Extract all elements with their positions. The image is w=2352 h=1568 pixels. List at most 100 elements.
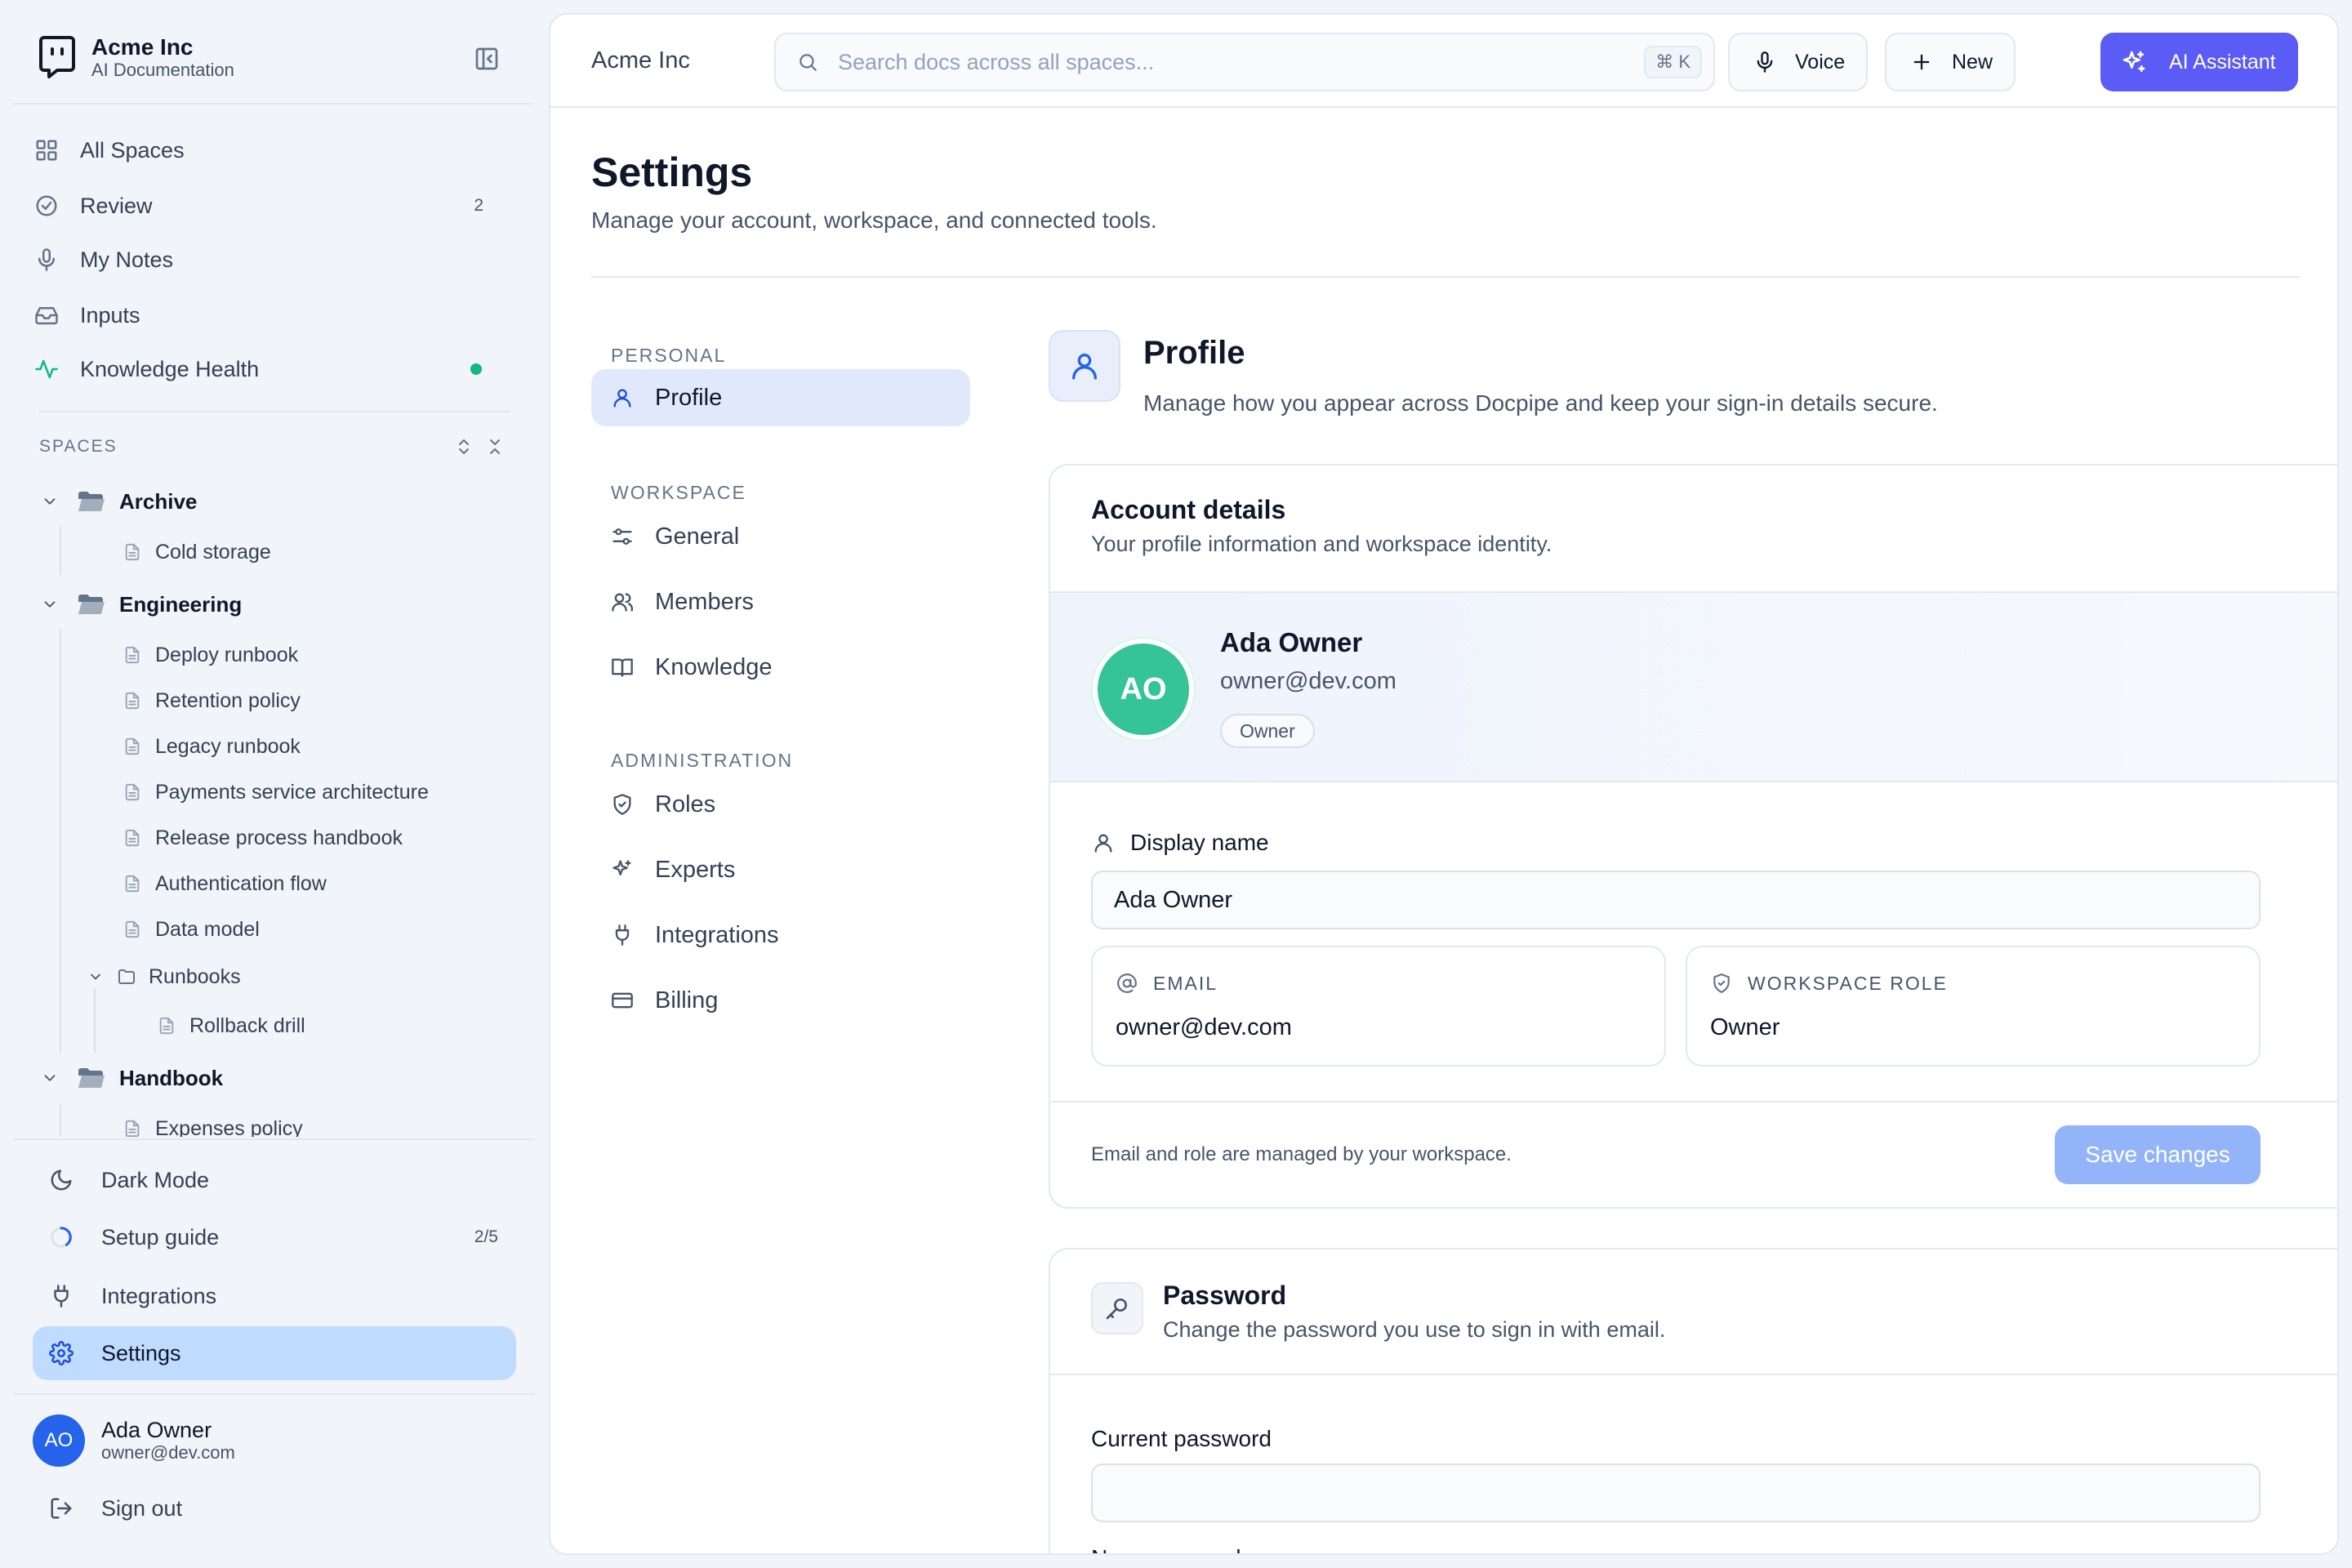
ai-assistant-button[interactable]: AI Assistant: [2100, 33, 2298, 91]
topbar: Acme Inc ⌘ K Voice New AI Assistant: [550, 15, 2337, 108]
ai-assistant-label: AI Assistant: [2169, 50, 2276, 74]
doc-payments-architecture[interactable]: Payments service architecture: [122, 774, 429, 810]
doc-label: Payments service architecture: [155, 780, 429, 804]
brand[interactable]: Acme Inc AI Documentation: [38, 33, 234, 82]
collapse-all-icon[interactable]: [485, 437, 505, 457]
profile-subtitle: Manage how you appear across Docpipe and…: [1143, 390, 1938, 416]
plug-icon: [47, 1282, 75, 1310]
inbox-icon: [33, 301, 60, 329]
settings-tab-billing[interactable]: Billing: [591, 972, 970, 1029]
nav-label: All Spaces: [80, 137, 185, 163]
chevron-down-icon: [39, 594, 60, 615]
space-archive[interactable]: Archive: [39, 483, 197, 519]
doc-data-model[interactable]: Data model: [122, 911, 260, 947]
expand-all-icon[interactable]: [454, 437, 474, 457]
settings-tab-members[interactable]: Members: [591, 573, 970, 630]
sidebar-settings[interactable]: Settings: [33, 1326, 516, 1380]
docpipe-logo-icon: [38, 34, 77, 80]
document-icon: [122, 873, 142, 894]
doc-expenses-policy[interactable]: Expenses policy: [122, 1111, 303, 1137]
chevron-down-icon: [87, 968, 105, 986]
new-button[interactable]: New: [1885, 33, 2016, 91]
folder-runbooks[interactable]: Runbooks: [87, 959, 241, 995]
avatar[interactable]: AO: [1093, 639, 1194, 740]
voice-button[interactable]: Voice: [1728, 33, 1869, 91]
search-input[interactable]: [838, 49, 1573, 75]
doc-label: Expenses policy: [155, 1116, 303, 1138]
sidebar-integrations[interactable]: Integrations: [33, 1269, 516, 1323]
collapse-sidebar-icon[interactable]: [472, 44, 501, 74]
user-icon: [609, 385, 635, 411]
doc-label: Legacy runbook: [155, 734, 301, 758]
chevron-down-icon: [39, 491, 60, 512]
doc-rollback-drill[interactable]: Rollback drill: [157, 1008, 305, 1044]
folder-open-icon: [77, 488, 106, 514]
save-changes-button[interactable]: Save changes: [2055, 1125, 2261, 1184]
spaces-tree: Archive Cold storage Engineering Deploy …: [0, 474, 539, 1137]
settings-tab-profile[interactable]: Profile: [591, 369, 970, 426]
nav-my-notes[interactable]: My Notes: [33, 237, 506, 283]
user-card[interactable]: AO Ada Owner owner@dev.com: [33, 1414, 235, 1467]
current-password-input[interactable]: [1091, 1463, 2261, 1522]
space-handbook[interactable]: Handbook: [39, 1060, 223, 1096]
tab-label: Roles: [655, 791, 716, 817]
card-subtitle: Change the password you use to sign in w…: [1163, 1317, 1666, 1342]
nav-inputs[interactable]: Inputs: [33, 292, 506, 338]
doc-release-handbook[interactable]: Release process handbook: [122, 820, 403, 856]
doc-legacy-runbook[interactable]: Legacy runbook: [122, 728, 301, 764]
email-value: owner@dev.com: [1116, 1014, 1292, 1040]
account-details-card: Account details Your profile information…: [1049, 464, 2337, 1209]
dark-mode-toggle[interactable]: Dark Mode: [33, 1153, 516, 1207]
email-label-text: EMAIL: [1153, 972, 1218, 994]
divider: [13, 1393, 534, 1395]
sign-out-button[interactable]: Sign out: [33, 1481, 516, 1535]
user-name: Ada Owner: [101, 1418, 212, 1442]
sign-out-label: Sign out: [101, 1495, 183, 1521]
doc-label: Cold storage: [155, 540, 271, 564]
nav-knowledge-health[interactable]: Knowledge Health: [33, 346, 506, 392]
user-icon: [1091, 831, 1116, 855]
doc-retention-policy[interactable]: Retention policy: [122, 683, 301, 719]
tab-label: Integrations: [655, 921, 779, 948]
plug-icon: [609, 922, 635, 948]
settings-tab-integrations[interactable]: Integrations: [591, 906, 970, 964]
display-name-label: Display name: [1091, 830, 1269, 856]
check-circle-icon: [33, 192, 60, 220]
doc-label: Authentication flow: [155, 871, 327, 895]
bottom-label: Dark Mode: [101, 1167, 210, 1192]
key-icon: [1091, 1282, 1143, 1334]
document-icon: [122, 1118, 142, 1137]
workspace-name: Acme Inc: [591, 47, 690, 74]
folder-icon: [114, 966, 139, 987]
settings-tab-experts[interactable]: Experts: [591, 841, 970, 898]
tab-label: Billing: [655, 987, 719, 1013]
card-subtitle: Your profile information and workspace i…: [1091, 532, 1552, 556]
spaces-heading-label: SPACES: [39, 437, 118, 456]
doc-label: Retention policy: [155, 688, 301, 712]
avatar: AO: [33, 1414, 85, 1467]
divider: [1050, 1101, 2337, 1102]
settings-tab-general[interactable]: General: [591, 508, 970, 565]
doc-authentication-flow[interactable]: Authentication flow: [122, 866, 327, 902]
display-name-input[interactable]: [1091, 871, 2261, 929]
setup-guide[interactable]: Setup guide 2/5: [33, 1210, 516, 1264]
tab-label: Knowledge: [655, 653, 773, 680]
divider: [39, 411, 510, 412]
new-label: New: [1952, 50, 1993, 74]
space-engineering[interactable]: Engineering: [39, 586, 242, 622]
tab-label: Members: [655, 588, 754, 615]
nav-all-spaces[interactable]: All Spaces: [33, 127, 506, 173]
chevron-down-icon: [39, 1067, 60, 1089]
role-badge: Owner: [1220, 714, 1315, 748]
space-label: Handbook: [119, 1065, 224, 1090]
doc-cold-storage[interactable]: Cold storage: [122, 534, 271, 570]
field-label-text: Display name: [1130, 830, 1269, 855]
divider: [1050, 1374, 2337, 1375]
nav-review[interactable]: Review 2: [33, 183, 506, 229]
settings-tab-roles[interactable]: Roles: [591, 776, 970, 833]
settings-tab-knowledge[interactable]: Knowledge: [591, 639, 970, 696]
doc-deploy-runbook[interactable]: Deploy runbook: [122, 637, 298, 673]
tab-label: Profile: [655, 384, 723, 411]
setup-progress-badge: 2/5: [474, 1227, 498, 1246]
search-bar[interactable]: ⌘ K: [774, 33, 1715, 91]
